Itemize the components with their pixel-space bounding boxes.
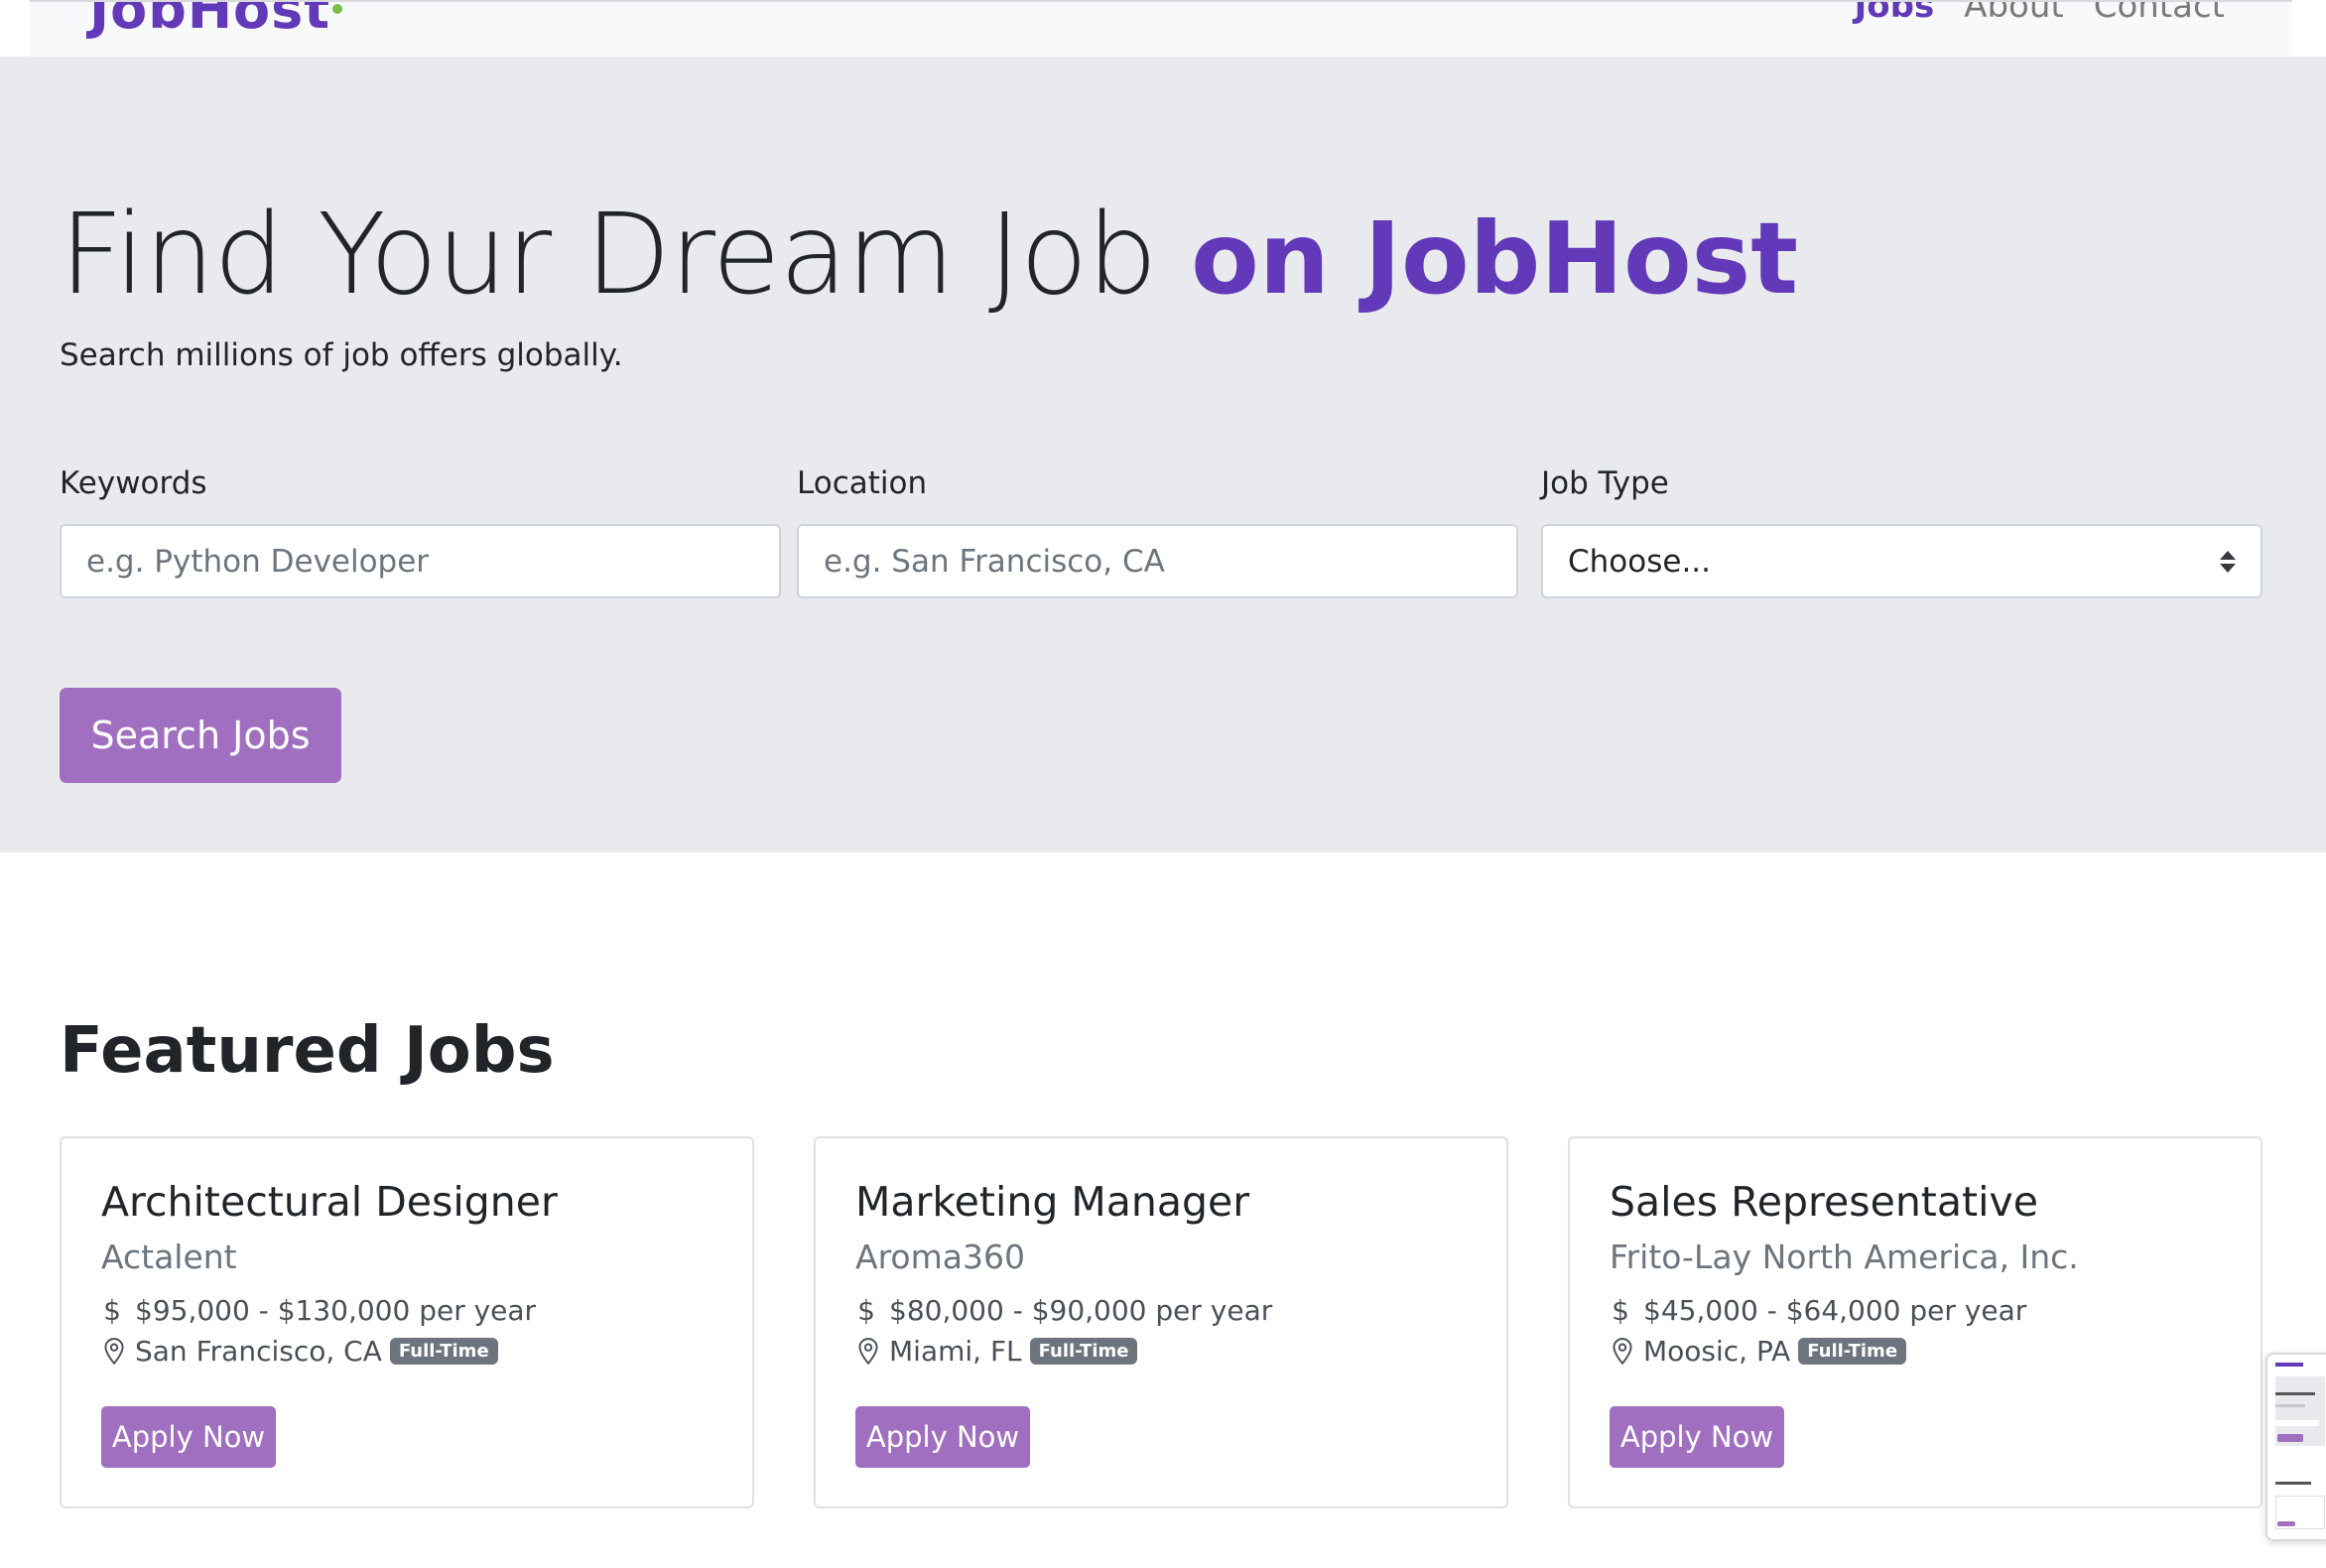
job-location: San Francisco, CA Full-Time (101, 1335, 498, 1368)
dollar-icon: $ (857, 1294, 875, 1327)
mini-featured-line (2275, 1482, 2311, 1485)
job-salary: $ $95,000 - $130,000 per year (101, 1294, 536, 1327)
logo-leaf-icon (332, 4, 343, 14)
job-salary-text: $95,000 - $130,000 per year (135, 1294, 537, 1327)
job-location-text: Miami, FL (889, 1335, 1022, 1368)
hero-title-accent: on JobHost (1191, 200, 1799, 317)
job-type-badge: Full-Time (1798, 1338, 1907, 1365)
brand-logo[interactable]: JobHost (89, 2, 343, 41)
mini-search-btn (2277, 1434, 2303, 1442)
job-company: Aroma360 (855, 1238, 1025, 1276)
apply-now-button[interactable]: Apply Now (855, 1406, 1030, 1468)
select-caret-icon (2220, 550, 2236, 573)
job-location: Miami, FL Full-Time (855, 1335, 1138, 1368)
map-pin-icon (1613, 1337, 1632, 1365)
job-card: Marketing Manager Aroma360 $ $80,000 - $… (814, 1136, 1508, 1508)
apply-now-button[interactable]: Apply Now (1610, 1406, 1784, 1468)
mini-sub-line (2275, 1404, 2305, 1407)
job-location-text: San Francisco, CA (135, 1335, 382, 1368)
nav-link-about[interactable]: About (1964, 2, 2064, 26)
job-salary-text: $45,000 - $64,000 per year (1643, 1294, 2027, 1327)
job-type-badge: Full-Time (389, 1338, 498, 1365)
map-pin-icon (104, 1337, 124, 1365)
dollar-icon: $ (1612, 1294, 1629, 1327)
job-salary-text: $80,000 - $90,000 per year (889, 1294, 1273, 1327)
job-location: Moosic, PA Full-Time (1610, 1335, 1907, 1368)
nav-link-jobs[interactable]: Jobs (1855, 2, 1935, 26)
navbar: JobHost Jobs About Contact (30, 0, 2292, 57)
mini-brand-bar (2275, 1363, 2303, 1367)
job-title: Marketing Manager (855, 1178, 1250, 1226)
job-salary: $ $45,000 - $64,000 per year (1610, 1294, 2026, 1327)
mini-apply-btn (2277, 1521, 2295, 1526)
featured-jobs-heading: Featured Jobs (60, 1014, 555, 1088)
hero-subtitle: Search millions of job offers globally. (60, 337, 623, 373)
apply-now-button[interactable]: Apply Now (101, 1406, 276, 1468)
job-type-badge: Full-Time (1029, 1338, 1138, 1365)
keywords-label: Keywords (60, 465, 207, 501)
job-type-selected-value: Choose... (1568, 543, 1712, 580)
job-company: Actalent (101, 1238, 237, 1276)
keywords-input[interactable] (60, 524, 781, 598)
job-location-text: Moosic, PA (1643, 1335, 1791, 1368)
location-input[interactable] (797, 524, 1518, 598)
job-type-select[interactable]: Choose... (1541, 524, 2262, 598)
dollar-icon: $ (103, 1294, 121, 1327)
hero-title-main: Find Your Dream Job (60, 191, 1157, 320)
job-title: Sales Representative (1610, 1178, 2038, 1226)
nav-link-contact[interactable]: Contact (2094, 2, 2225, 26)
mini-input (2275, 1420, 2319, 1426)
nav-links: Jobs About Contact (1855, 2, 2225, 26)
hero-section: Find Your Dream Job on JobHost Search mi… (0, 57, 2326, 852)
job-card: Sales Representative Frito-Lay North Ame… (1568, 1136, 2262, 1508)
location-label: Location (797, 465, 928, 501)
job-company: Frito-Lay North America, Inc. (1610, 1238, 2079, 1276)
job-card: Architectural Designer Actalent $ $95,00… (60, 1136, 754, 1508)
job-title: Architectural Designer (101, 1178, 558, 1226)
search-jobs-button[interactable]: Search Jobs (60, 688, 341, 783)
mini-title-line (2275, 1392, 2315, 1395)
page-preview-thumbnail[interactable] (2265, 1353, 2326, 1541)
hero-title: Find Your Dream Job on JobHost (60, 191, 1798, 320)
map-pin-icon (858, 1337, 878, 1365)
job-type-label: Job Type (1541, 465, 1669, 501)
job-salary: $ $80,000 - $90,000 per year (855, 1294, 1272, 1327)
